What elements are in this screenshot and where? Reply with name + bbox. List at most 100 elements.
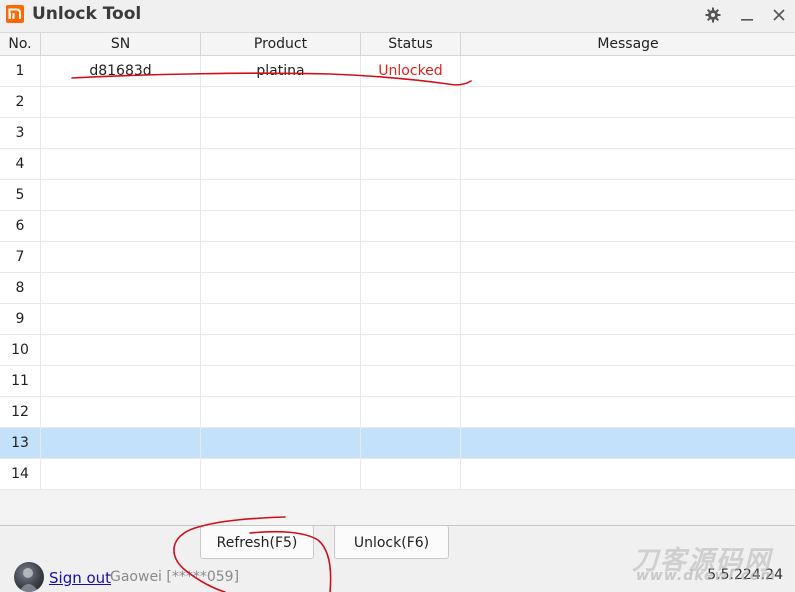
user-account-info: Gaowei [*****059] bbox=[110, 569, 240, 585]
minimize-icon[interactable] bbox=[738, 6, 756, 24]
device-table: No. SN Product Status Message 1 d81683d pl… bbox=[0, 32, 795, 526]
row-number: 8 bbox=[0, 273, 41, 303]
cell-product bbox=[201, 397, 361, 427]
cell-product bbox=[201, 180, 361, 210]
sign-out-link[interactable]: Sign out bbox=[49, 569, 111, 587]
cell-message bbox=[461, 242, 795, 272]
gear-icon[interactable] bbox=[704, 6, 722, 24]
cell-product bbox=[201, 428, 361, 458]
table-row[interactable]: 4 bbox=[0, 149, 795, 180]
cell-message bbox=[461, 335, 795, 365]
row-number: 4 bbox=[0, 149, 41, 179]
cell-sn bbox=[41, 335, 201, 365]
cell-product bbox=[201, 211, 361, 241]
cell-product: platina bbox=[201, 56, 361, 86]
cell-message bbox=[461, 211, 795, 241]
table-row[interactable]: 9 bbox=[0, 304, 795, 335]
row-number: 5 bbox=[0, 180, 41, 210]
row-number: 12 bbox=[0, 397, 41, 427]
table-row[interactable]: 5 bbox=[0, 180, 795, 211]
table-body: 1 d81683d platina Unlocked 2 3 4 5 6 7 8 9 10 11 12 13 1… bbox=[0, 56, 795, 490]
cell-product bbox=[201, 118, 361, 148]
cell-status bbox=[361, 459, 461, 489]
row-number: 2 bbox=[0, 87, 41, 117]
row-number: 14 bbox=[0, 459, 41, 489]
row-number: 10 bbox=[0, 335, 41, 365]
row-number: 1 bbox=[0, 56, 41, 86]
cell-product bbox=[201, 459, 361, 489]
cell-status bbox=[361, 118, 461, 148]
window-title: Unlock Tool bbox=[32, 4, 142, 24]
cell-sn bbox=[41, 118, 201, 148]
table-row[interactable]: 8 bbox=[0, 273, 795, 304]
avatar bbox=[14, 562, 44, 592]
cell-sn bbox=[41, 304, 201, 334]
table-row[interactable]: 1 d81683d platina Unlocked bbox=[0, 56, 795, 87]
row-number: 7 bbox=[0, 242, 41, 272]
row-number: 13 bbox=[0, 428, 41, 458]
column-header-message[interactable]: Message bbox=[461, 33, 795, 55]
cell-sn bbox=[41, 273, 201, 303]
cell-status bbox=[361, 366, 461, 396]
cell-message bbox=[461, 180, 795, 210]
mi-logo-icon bbox=[6, 5, 24, 23]
cell-message bbox=[461, 428, 795, 458]
cell-message bbox=[461, 87, 795, 117]
row-number: 9 bbox=[0, 304, 41, 334]
cell-status bbox=[361, 242, 461, 272]
table-row[interactable]: 3 bbox=[0, 118, 795, 149]
cell-product bbox=[201, 149, 361, 179]
table-row[interactable]: 12 bbox=[0, 397, 795, 428]
cell-message bbox=[461, 273, 795, 303]
cell-message bbox=[461, 304, 795, 334]
cell-sn bbox=[41, 149, 201, 179]
close-icon[interactable] bbox=[770, 6, 788, 24]
cell-product bbox=[201, 335, 361, 365]
cell-status bbox=[361, 149, 461, 179]
cell-sn bbox=[41, 87, 201, 117]
column-header-status[interactable]: Status bbox=[361, 33, 461, 55]
cell-product bbox=[201, 242, 361, 272]
cell-sn bbox=[41, 211, 201, 241]
cell-message bbox=[461, 366, 795, 396]
table-row[interactable]: 7 bbox=[0, 242, 795, 273]
table-row[interactable]: 14 bbox=[0, 459, 795, 490]
cell-status bbox=[361, 211, 461, 241]
cell-status bbox=[361, 335, 461, 365]
table-row[interactable]: 10 bbox=[0, 335, 795, 366]
unlock-button[interactable]: Unlock(F6) bbox=[334, 525, 449, 559]
cell-status bbox=[361, 304, 461, 334]
table-header: No. SN Product Status Message bbox=[0, 33, 795, 56]
cell-status bbox=[361, 397, 461, 427]
cell-sn bbox=[41, 459, 201, 489]
column-header-no[interactable]: No. bbox=[0, 33, 41, 55]
cell-status bbox=[361, 428, 461, 458]
cell-sn bbox=[41, 180, 201, 210]
cell-status: Unlocked bbox=[361, 56, 461, 86]
column-header-product[interactable]: Product bbox=[201, 33, 361, 55]
cell-sn bbox=[41, 397, 201, 427]
table-row[interactable]: 13 bbox=[0, 428, 795, 459]
title-bar: Unlock Tool bbox=[0, 0, 795, 31]
cell-sn bbox=[41, 366, 201, 396]
cell-product bbox=[201, 304, 361, 334]
cell-message bbox=[461, 149, 795, 179]
row-number: 11 bbox=[0, 366, 41, 396]
row-number: 3 bbox=[0, 118, 41, 148]
cell-message bbox=[461, 118, 795, 148]
cell-sn: d81683d bbox=[41, 56, 201, 86]
refresh-button[interactable]: Refresh(F5) bbox=[200, 525, 314, 559]
table-row[interactable]: 11 bbox=[0, 366, 795, 397]
cell-sn bbox=[41, 242, 201, 272]
cell-product bbox=[201, 366, 361, 396]
cell-status bbox=[361, 180, 461, 210]
cell-message bbox=[461, 56, 795, 86]
table-row[interactable]: 2 bbox=[0, 87, 795, 118]
cell-status bbox=[361, 87, 461, 117]
column-header-sn[interactable]: SN bbox=[41, 33, 201, 55]
cell-product bbox=[201, 273, 361, 303]
cell-message bbox=[461, 397, 795, 427]
table-row[interactable]: 6 bbox=[0, 211, 795, 242]
cell-message bbox=[461, 459, 795, 489]
row-number: 6 bbox=[0, 211, 41, 241]
